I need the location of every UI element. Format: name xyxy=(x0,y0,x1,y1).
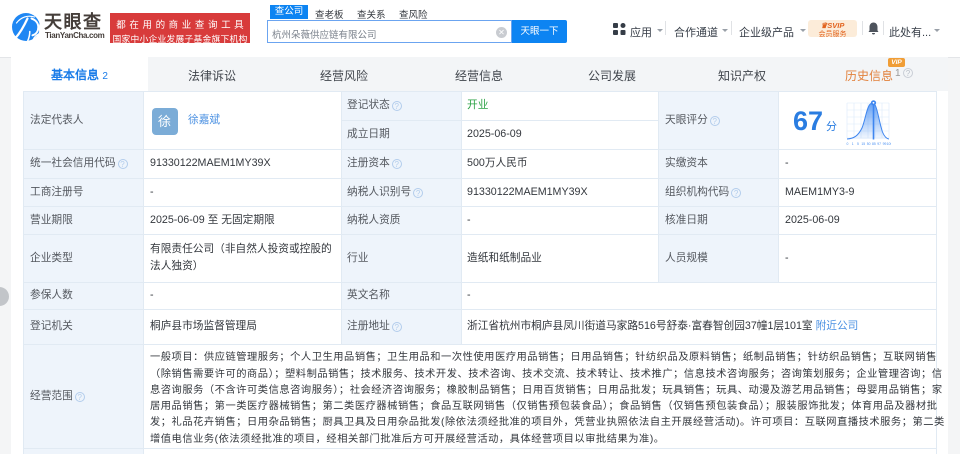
svg-text:97: 97 xyxy=(877,142,881,146)
svg-text:15: 15 xyxy=(861,142,865,146)
svg-text:0: 0 xyxy=(847,142,849,146)
svg-text:1: 1 xyxy=(852,142,854,146)
svg-text:100: 100 xyxy=(887,142,891,146)
svg-text:85: 85 xyxy=(872,142,876,146)
svg-text:50: 50 xyxy=(867,142,871,146)
svg-text:5: 5 xyxy=(857,142,859,146)
